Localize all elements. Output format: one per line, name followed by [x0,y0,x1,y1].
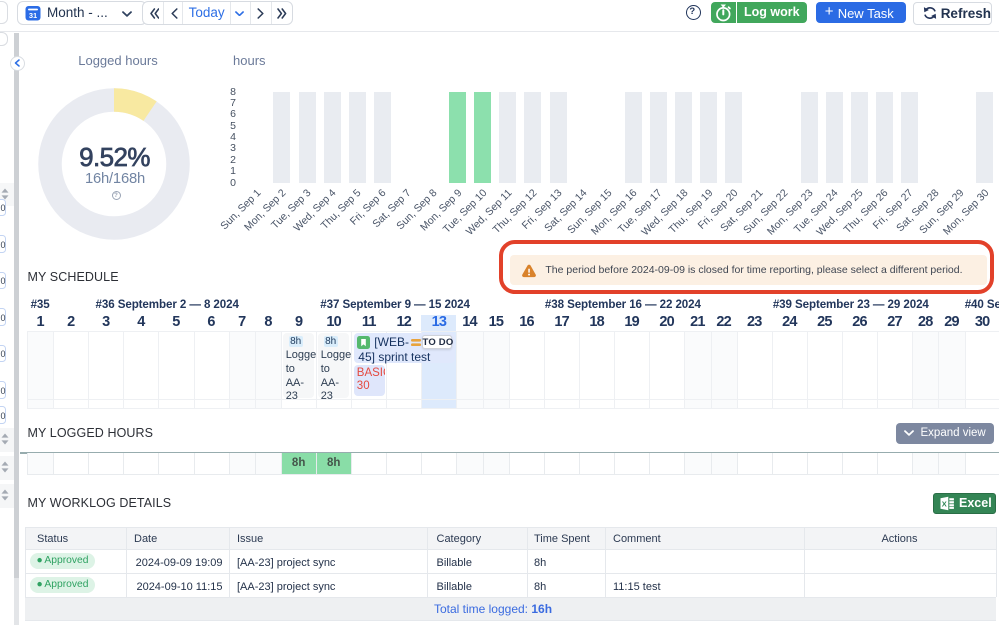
svg-text:X: X [942,500,947,509]
svg-text:31: 31 [29,11,37,20]
